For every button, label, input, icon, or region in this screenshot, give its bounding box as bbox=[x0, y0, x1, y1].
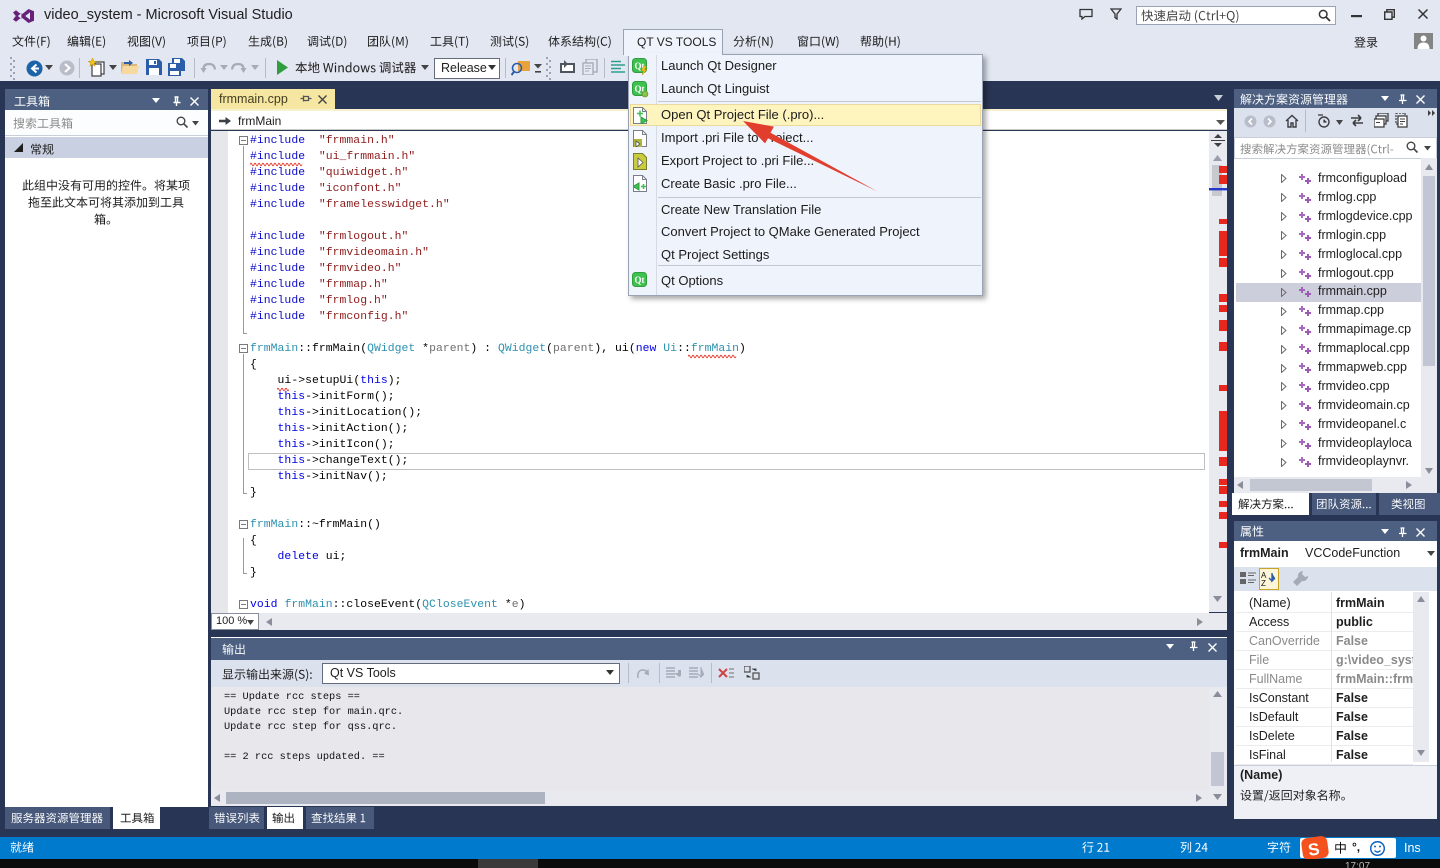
svg-text:Z: Z bbox=[1261, 579, 1266, 587]
